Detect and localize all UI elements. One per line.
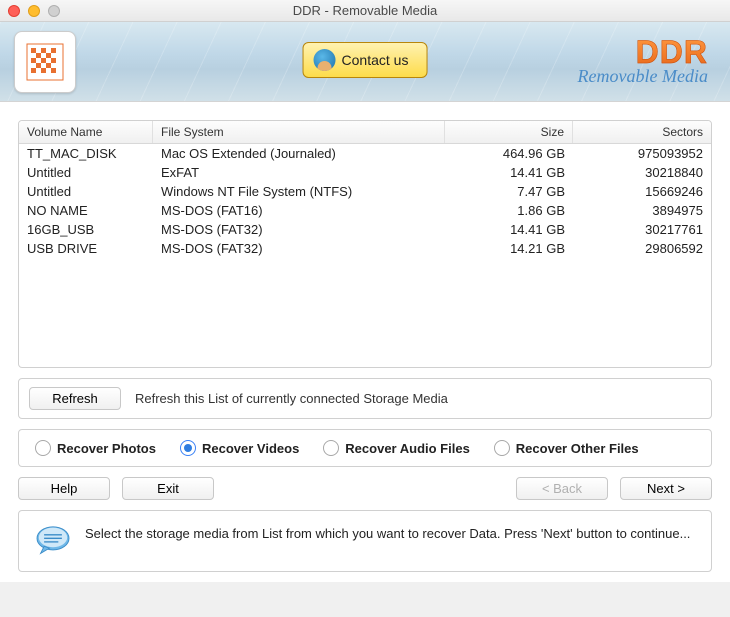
recover-option[interactable]: Recover Audio Files	[323, 440, 470, 456]
cell-size: 7.47 GB	[445, 182, 573, 201]
radio-icon	[323, 440, 339, 456]
radio-icon	[180, 440, 196, 456]
recover-option-label: Recover Videos	[202, 441, 299, 456]
refresh-panel: Refresh Refresh this List of currently c…	[18, 378, 712, 419]
cell-size: 14.41 GB	[445, 163, 573, 182]
table-row[interactable]: UntitledExFAT14.41 GB30218840	[19, 163, 711, 182]
maximize-button[interactable]	[48, 5, 60, 17]
cell-filesystem: MS-DOS (FAT32)	[153, 220, 445, 239]
recover-option[interactable]: Recover Photos	[35, 440, 156, 456]
cell-filesystem: MS-DOS (FAT16)	[153, 201, 445, 220]
cell-sectors: 30218840	[573, 163, 711, 182]
hint-panel: Select the storage media from List from …	[18, 510, 712, 572]
contact-avatar-icon	[314, 49, 336, 71]
radio-icon	[494, 440, 510, 456]
th-volume[interactable]: Volume Name	[19, 121, 153, 143]
cell-sectors: 975093952	[573, 144, 711, 163]
table-row[interactable]: NO NAMEMS-DOS (FAT16)1.86 GB3894975	[19, 201, 711, 220]
cell-sectors: 15669246	[573, 182, 711, 201]
titlebar: DDR - Removable Media	[0, 0, 730, 22]
recover-option[interactable]: Recover Videos	[180, 440, 299, 456]
recover-option[interactable]: Recover Other Files	[494, 440, 639, 456]
brand-subtitle: Removable Media	[578, 66, 708, 87]
cell-filesystem: Windows NT File System (NTFS)	[153, 182, 445, 201]
refresh-button[interactable]: Refresh	[29, 387, 121, 410]
nav-row: Help Exit < Back Next >	[18, 477, 712, 500]
help-button[interactable]: Help	[18, 477, 110, 500]
cell-volume: TT_MAC_DISK	[19, 144, 153, 163]
header-banner: Contact us DDR Removable Media	[0, 22, 730, 102]
recover-option-label: Recover Other Files	[516, 441, 639, 456]
cell-sectors: 30217761	[573, 220, 711, 239]
table-row[interactable]: TT_MAC_DISKMac OS Extended (Journaled)46…	[19, 144, 711, 163]
table-row[interactable]: 16GB_USBMS-DOS (FAT32)14.41 GB30217761	[19, 220, 711, 239]
cell-volume: USB DRIVE	[19, 239, 153, 258]
exit-button[interactable]: Exit	[122, 477, 214, 500]
recover-option-label: Recover Photos	[57, 441, 156, 456]
cell-volume: Untitled	[19, 163, 153, 182]
cell-volume: 16GB_USB	[19, 220, 153, 239]
close-button[interactable]	[8, 5, 20, 17]
th-filesystem[interactable]: File System	[153, 121, 445, 143]
th-size[interactable]: Size	[445, 121, 573, 143]
radio-icon	[35, 440, 51, 456]
window-title: DDR - Removable Media	[0, 3, 730, 18]
brand-title: DDR	[578, 36, 708, 68]
app-grid-icon	[25, 42, 65, 82]
refresh-hint: Refresh this List of currently connected…	[135, 391, 448, 406]
cell-sectors: 29806592	[573, 239, 711, 258]
cell-size: 464.96 GB	[445, 144, 573, 163]
recover-option-label: Recover Audio Files	[345, 441, 470, 456]
table-header: Volume Name File System Size Sectors	[19, 121, 711, 144]
content: Volume Name File System Size Sectors TT_…	[0, 102, 730, 582]
table-body[interactable]: TT_MAC_DISKMac OS Extended (Journaled)46…	[19, 144, 711, 367]
table-row[interactable]: USB DRIVEMS-DOS (FAT32)14.21 GB29806592	[19, 239, 711, 258]
contact-label: Contact us	[342, 52, 409, 68]
cell-size: 1.86 GB	[445, 201, 573, 220]
cell-filesystem: Mac OS Extended (Journaled)	[153, 144, 445, 163]
cell-filesystem: ExFAT	[153, 163, 445, 182]
contact-us-button[interactable]: Contact us	[303, 42, 428, 78]
minimize-button[interactable]	[28, 5, 40, 17]
cell-size: 14.21 GB	[445, 239, 573, 258]
next-button[interactable]: Next >	[620, 477, 712, 500]
volume-table: Volume Name File System Size Sectors TT_…	[18, 120, 712, 368]
th-sectors[interactable]: Sectors	[573, 121, 711, 143]
hint-text: Select the storage media from List from …	[85, 525, 690, 543]
app-icon	[14, 31, 76, 93]
cell-sectors: 3894975	[573, 201, 711, 220]
cell-size: 14.41 GB	[445, 220, 573, 239]
brand: DDR Removable Media	[578, 36, 716, 87]
back-button[interactable]: < Back	[516, 477, 608, 500]
recover-options: Recover Photos Recover Videos Recover Audi…	[18, 429, 712, 467]
cell-volume: NO NAME	[19, 201, 153, 220]
cell-volume: Untitled	[19, 182, 153, 201]
cell-filesystem: MS-DOS (FAT32)	[153, 239, 445, 258]
table-row[interactable]: UntitledWindows NT File System (NTFS)7.4…	[19, 182, 711, 201]
traffic-lights	[8, 5, 60, 17]
chat-bubble-icon	[35, 525, 71, 557]
